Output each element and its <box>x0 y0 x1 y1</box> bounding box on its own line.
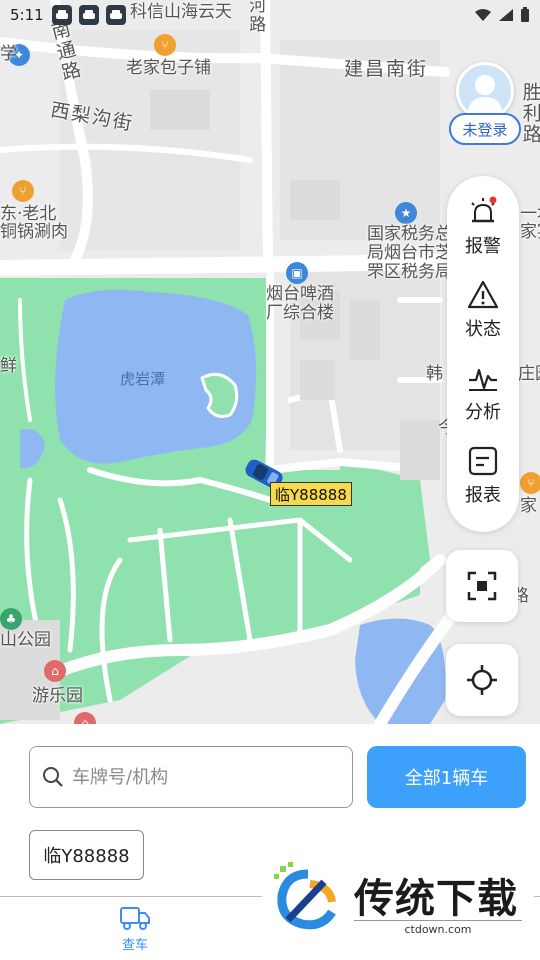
truck-icon <box>120 907 150 930</box>
restaurant-poi-icon[interactable]: ⑂ <box>520 472 540 494</box>
map-label-laojia-baozi: 老家包子铺 <box>126 58 211 78</box>
analysis-label: 分析 <box>465 402 501 423</box>
vehicle-plate-label[interactable]: 临Y88888 <box>270 482 352 506</box>
building-poi-icon[interactable]: ▣ <box>286 262 308 284</box>
analysis-button[interactable]: 分析 <box>447 362 519 445</box>
search-input[interactable] <box>72 766 332 788</box>
status-bar: 5:11 <box>0 0 540 30</box>
watermark-url: ctdown.com <box>354 920 522 936</box>
wifi-icon <box>475 9 491 21</box>
report-label: 报表 <box>465 485 501 506</box>
side-toolbar: 报警 状态 分析 报表 <box>447 176 519 532</box>
report-button[interactable]: 报表 <box>447 445 519 528</box>
alarm-light-icon <box>471 196 497 223</box>
map-label-zhuangyuan: 庄园 <box>518 364 540 384</box>
map-label-xian: 鲜 <box>0 356 17 376</box>
car-notification-icon <box>105 5 126 25</box>
pulse-icon <box>469 368 497 391</box>
map-label-shengli-road: 胜利路 <box>519 82 540 145</box>
map-label-lake: 虎岩潭 <box>120 370 166 388</box>
map-label-jianchang-nanjie: 建昌南街 <box>344 58 429 80</box>
search-box[interactable] <box>29 746 353 808</box>
map-label-park: 山公园 <box>0 630 51 650</box>
warning-icon <box>467 280 499 309</box>
car-notification-icon <box>51 5 72 25</box>
fullscreen-button[interactable] <box>446 550 518 622</box>
park-poi-icon[interactable]: ♣ <box>0 608 22 630</box>
report-icon <box>468 446 498 476</box>
battery-icon <box>521 7 529 22</box>
map-label-jia: 家 <box>520 496 537 516</box>
restaurant-poi-icon[interactable]: ⑂ <box>154 34 176 56</box>
login-button[interactable]: 未登录 <box>449 113 521 145</box>
vehicle-chip[interactable]: 临Y88888 <box>29 830 144 880</box>
alarm-button[interactable]: 报警 <box>447 196 519 279</box>
car-notification-icon <box>78 5 99 25</box>
search-icon <box>43 767 63 787</box>
map-label-tax-3: 罘区税务局 <box>367 262 452 282</box>
avatar[interactable] <box>456 62 514 120</box>
app-screen: ⑂ ⑂ ✦ ★ ▣ ♣ ⌂ ⌂ ⑂ 科信山海云天 河路 南通路 老家包子铺 建昌… <box>0 0 540 960</box>
locate-button[interactable] <box>446 644 518 716</box>
map-label-brewery-2: 厂综合楼 <box>266 303 334 323</box>
all-vehicles-button[interactable]: 全部1辆车 <box>367 746 526 808</box>
map-label-xue: 学 <box>0 44 17 64</box>
fullscreen-icon <box>467 571 497 601</box>
status-time: 5:11 <box>10 6 44 24</box>
map-label-han: 韩 <box>426 364 443 384</box>
amusement-poi-icon[interactable]: ⌂ <box>44 660 66 682</box>
map-label-amusement-park: 游乐园 <box>32 686 83 706</box>
watermark-title: 传统下载 <box>354 876 518 922</box>
watermark: 传统下载 ctdown.com <box>262 858 534 940</box>
tab-find-vehicle[interactable]: 查车 <box>100 905 170 955</box>
status-label: 状态 <box>465 319 501 340</box>
government-poi-icon[interactable]: ★ <box>395 202 417 224</box>
status-button[interactable]: 状态 <box>447 279 519 362</box>
user-avatar-icon <box>467 75 503 115</box>
signal-icon <box>499 9 513 21</box>
map-label-donglaobei-2: 铜锅涮肉 <box>0 222 68 242</box>
restaurant-poi-icon[interactable]: ⑂ <box>12 180 34 202</box>
watermark-logo-icon <box>274 862 336 930</box>
tab-find-vehicle-label: 查车 <box>121 938 148 953</box>
locate-icon <box>467 665 497 695</box>
alarm-label: 报警 <box>465 236 501 257</box>
map-label-jiayan: 家宴 <box>520 222 540 242</box>
